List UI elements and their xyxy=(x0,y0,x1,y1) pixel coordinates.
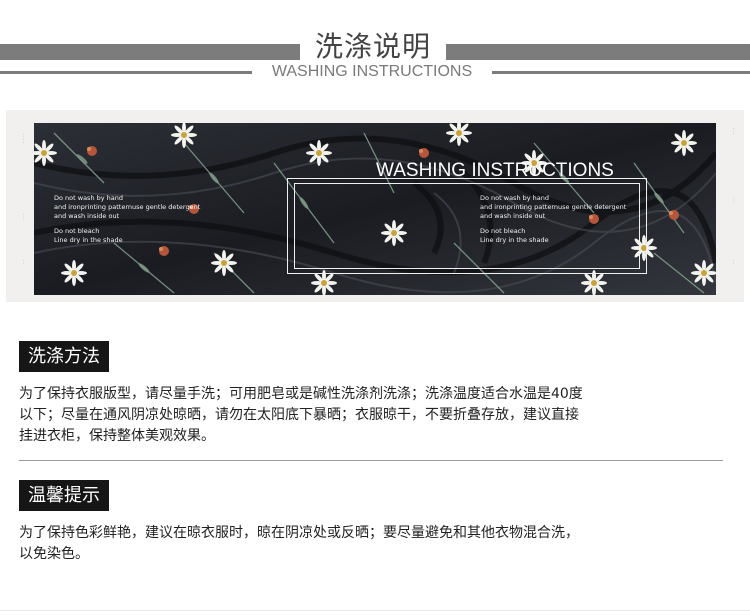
care-line: and wash inside out xyxy=(54,212,120,220)
section-tips-text: 为了保持色彩鲜艳，建议在晾衣服时，晾在阴凉处或反晒；要尽量避免和其他衣物混合洗，… xyxy=(19,523,719,565)
care-line: Line dry in the shade xyxy=(480,236,549,244)
section-tips-tag: 温馨提示 xyxy=(19,480,109,511)
care-line: and ironprinting patternuse gentle deter… xyxy=(480,203,627,211)
header-line-left xyxy=(0,71,252,74)
care-line: Do not bleach xyxy=(54,227,100,235)
care-line: and ironprinting patternuse gentle deter… xyxy=(54,203,201,211)
side-decoration: · · · · xyxy=(21,134,26,143)
paragraph-line: 为了保持衣服版型，请尽量手洗；可用肥皂或是碱性洗涤剂洗涤；洗涤温度适合水温是40… xyxy=(19,386,583,402)
section-washing-method-tag: 洗涤方法 xyxy=(19,341,109,372)
care-line: Do not wash by hand xyxy=(54,194,124,202)
care-text-right: Do not wash by hand and ironprinting pat… xyxy=(480,194,626,245)
header-line-right xyxy=(492,71,750,74)
header-bar-left xyxy=(0,44,300,60)
side-decoration: · · xyxy=(21,260,26,264)
care-line: Do not wash by hand xyxy=(480,194,550,202)
washing-banner-card: · · · · · · · · · · · · · · · · WASHING … xyxy=(6,110,744,302)
care-line: Line dry in the shade xyxy=(54,236,123,244)
section-washing-method-text: 为了保持衣服版型，请尽量手洗；可用肥皂或是碱性洗涤剂洗涤；洗涤温度适合水温是40… xyxy=(19,384,719,447)
fabric-photo: WASHING INSTRUCTIONS Do not wash by hand… xyxy=(34,123,716,295)
side-decoration: · · · xyxy=(731,128,736,135)
section-divider xyxy=(19,460,723,461)
care-text-left: Do not wash by hand and ironprinting pat… xyxy=(54,194,200,245)
care-line: Do not bleach xyxy=(480,227,526,235)
side-decoration: · · · xyxy=(21,214,26,221)
bottom-divider xyxy=(0,610,750,611)
paragraph-line: 以免染色。 xyxy=(19,546,89,562)
side-decoration: · · xyxy=(731,198,736,202)
page-title: 洗涤说明 xyxy=(314,30,431,63)
page-header: 洗涤说明 WASHING INSTRUCTIONS xyxy=(0,0,750,100)
paragraph-line: 以下；尽量在通风阴凉处晾晒，请勿在太阳底下暴晒；衣服晾干，不要折叠存放，建议直接 xyxy=(19,407,579,423)
header-bar-right xyxy=(446,44,750,60)
care-line: and wash inside out xyxy=(480,212,546,220)
paragraph-line: 挂进衣柜，保持整体美观效果。 xyxy=(19,428,215,444)
page-subtitle: WASHING INSTRUCTIONS xyxy=(271,63,473,80)
side-decoration: · · xyxy=(731,260,736,264)
paragraph-line: 为了保持色彩鲜艳，建议在晾衣服时，晾在阴凉处或反晒；要尽量避免和其他衣物混合洗， xyxy=(19,525,579,541)
